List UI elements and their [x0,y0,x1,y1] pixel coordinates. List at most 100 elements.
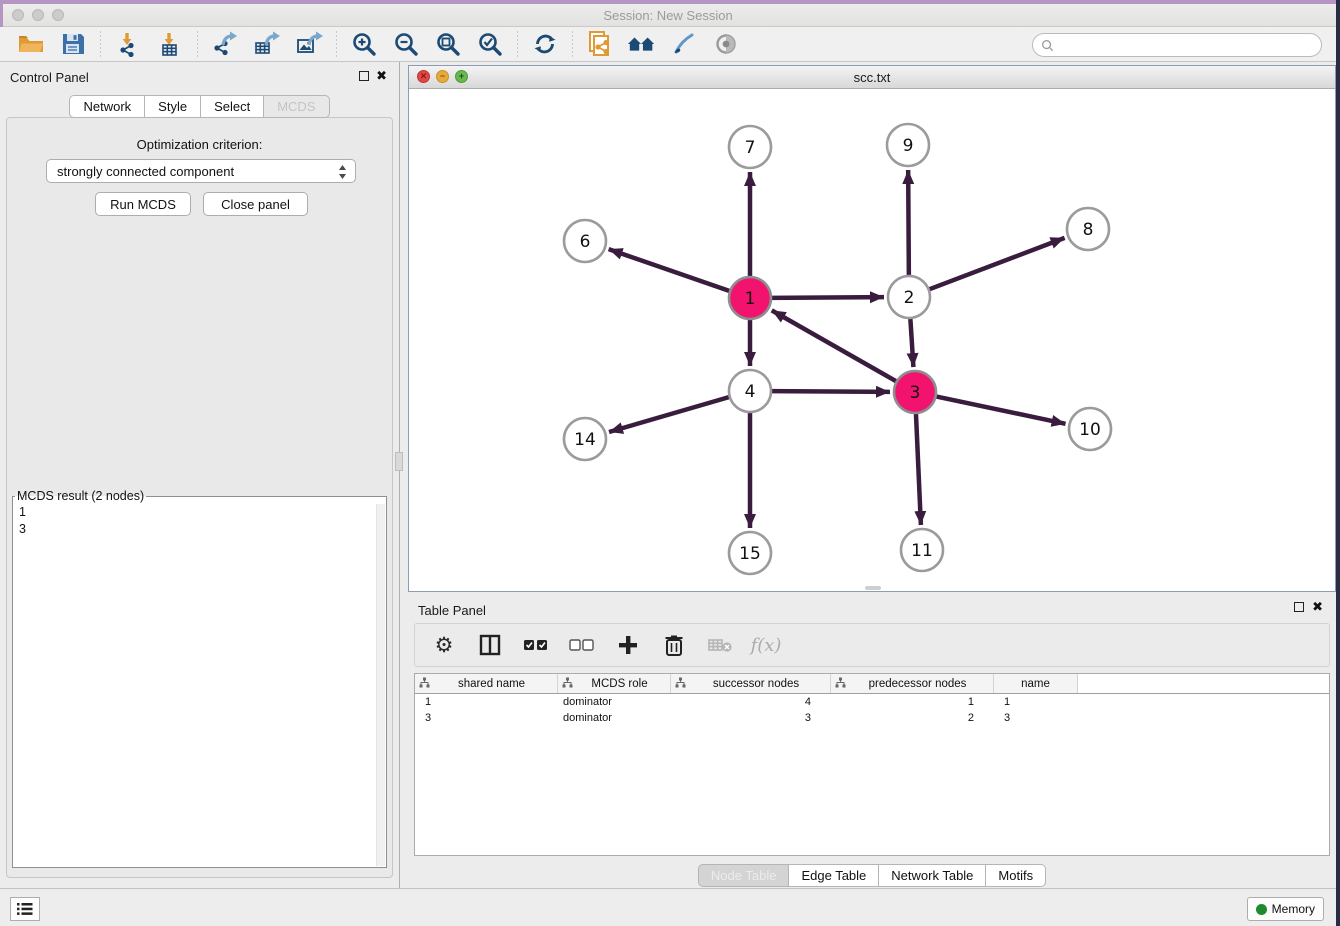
run-mcds-button[interactable]: Run MCDS [95,192,191,216]
memory-button[interactable]: Memory [1247,897,1324,921]
edge-2-3[interactable] [910,319,913,367]
tab-motifs[interactable]: Motifs [986,864,1046,887]
close-network-icon[interactable]: ✕ [417,70,430,83]
tab-style[interactable]: Style [145,95,201,118]
network-window-controls[interactable]: ✕ − + [417,70,468,83]
close-window-icon[interactable] [12,9,24,21]
node-6[interactable]: 6 [564,220,606,262]
node-2[interactable]: 2 [888,276,930,318]
cell-successor-nodes[interactable]: 3 [671,712,831,724]
search-input[interactable] [1059,38,1313,52]
node-10[interactable]: 10 [1069,408,1111,450]
cell-predecessor-nodes[interactable]: 1 [831,696,994,708]
cell-name[interactable]: 1 [994,696,1078,708]
node-3[interactable]: 3 [894,371,936,413]
node-4[interactable]: 4 [729,370,771,412]
panel-divider-handle[interactable] [395,452,403,471]
tab-select[interactable]: Select [201,95,264,118]
maximize-network-icon[interactable]: + [455,70,468,83]
zoom-fit-icon[interactable] [433,29,463,59]
cell-successor-nodes[interactable]: 4 [671,696,831,708]
cell-name[interactable]: 3 [994,712,1078,724]
app-titlebar: Session: New Session [0,4,1336,27]
zoom-window-icon[interactable] [52,9,64,21]
app-title: Session: New Session [603,8,732,23]
node-1[interactable]: 1 [729,277,771,319]
add-icon[interactable] [615,632,641,658]
column-header-MCDS-role[interactable]: MCDS role [558,674,671,693]
svg-text:1: 1 [745,289,756,309]
result-scrollbar[interactable] [376,504,385,866]
desktop-edge-top [0,0,1340,4]
edge-2-9[interactable] [908,170,909,275]
select-all-icon[interactable] [523,632,549,658]
tab-node-table[interactable]: Node Table [698,864,790,887]
edge-3-10[interactable] [937,397,1066,424]
refresh-icon[interactable] [530,29,560,59]
network-canvas[interactable]: 7 9 6 8 1 2 4 3 14 10 15 11 [409,89,1335,591]
column-header-successor-nodes[interactable]: successor nodes [671,674,831,693]
edge-1-2[interactable] [772,297,884,298]
edge-3-11[interactable] [916,414,921,525]
folder-open-icon[interactable] [16,29,46,59]
node-8[interactable]: 8 [1067,208,1109,250]
zoom-in-icon[interactable] [349,29,379,59]
node-table[interactable]: shared name MCDS role successor nodes pr… [414,673,1330,856]
tab-network[interactable]: Network [69,95,145,118]
edge-4-14[interactable] [609,397,729,432]
gear-icon[interactable]: ⚙ [431,632,457,658]
close-panel-icon[interactable]: ✖ [376,68,387,84]
delete-icon[interactable] [661,632,687,658]
task-history-button[interactable] [10,897,40,921]
cell-predecessor-nodes[interactable]: 2 [831,712,994,724]
node-14[interactable]: 14 [564,418,606,460]
table-row[interactable]: 1dominator411 [415,694,1329,710]
column-header-name[interactable]: name [994,674,1078,693]
export-network-icon[interactable] [210,29,240,59]
edge-1-6[interactable] [609,249,730,291]
close-panel-button[interactable]: Close panel [203,192,308,216]
deselect-all-icon[interactable] [569,632,595,658]
node-15[interactable]: 15 [729,532,771,574]
split-view-icon[interactable] [477,632,503,658]
import-table-icon[interactable] [155,29,185,59]
close-table-panel-icon[interactable]: ✖ [1312,599,1323,615]
window-resize-grip[interactable] [865,586,881,590]
zoom-selected-icon[interactable] [475,29,505,59]
minimize-window-icon[interactable] [32,9,44,21]
window-controls[interactable] [12,9,64,21]
edge-4-3[interactable] [772,391,890,392]
import-network-icon[interactable] [113,29,143,59]
table-row[interactable]: 3dominator323 [415,710,1329,726]
tab-edge-table[interactable]: Edge Table [789,864,879,887]
brush-icon[interactable] [669,29,699,59]
search-box[interactable] [1032,33,1322,57]
column-header-predecessor-nodes[interactable]: predecessor nodes [831,674,994,693]
tab-network-table[interactable]: Network Table [879,864,986,887]
eye-icon[interactable] [711,29,741,59]
export-image-icon[interactable] [294,29,324,59]
edge-3-1[interactable] [772,310,896,381]
zoom-out-icon[interactable] [391,29,421,59]
duplicate-network-icon[interactable] [585,29,615,59]
network-window-titlebar[interactable]: ✕ − + scc.txt [409,66,1335,89]
column-header-shared-name[interactable]: shared name [415,674,558,693]
home-icon[interactable] [627,29,657,59]
tab-mcds[interactable]: MCDS [264,95,329,118]
node-7[interactable]: 7 [729,126,771,168]
optimization-criterion-select[interactable]: strongly connected component [46,159,356,183]
float-panel-icon[interactable] [359,71,369,81]
cell-MCDS-role[interactable]: dominator [558,696,671,708]
float-table-panel-icon[interactable] [1294,602,1304,612]
export-table-icon[interactable] [252,29,282,59]
minimize-network-icon[interactable]: − [436,70,449,83]
node-9[interactable]: 9 [887,124,929,166]
edge-2-8[interactable] [930,238,1065,289]
save-icon[interactable] [58,29,88,59]
node-11[interactable]: 11 [901,529,943,571]
cell-shared-name[interactable]: 3 [415,712,558,724]
mcds-result-list[interactable]: 13 [13,503,386,867]
cell-MCDS-role[interactable]: dominator [558,712,671,724]
cell-shared-name[interactable]: 1 [415,696,558,708]
svg-text:9: 9 [903,136,914,156]
